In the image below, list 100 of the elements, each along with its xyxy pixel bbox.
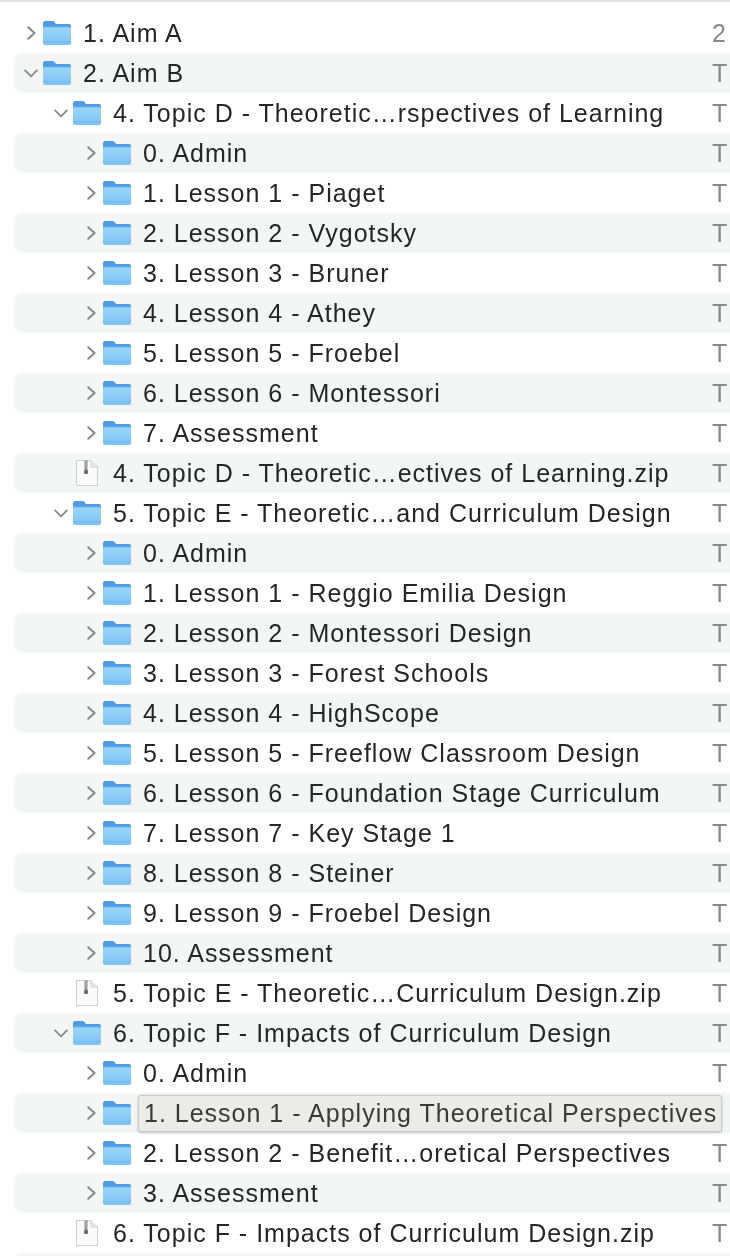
chevron-right-icon[interactable] [86, 946, 96, 960]
folder-icon [102, 700, 132, 726]
tree-row[interactable]: 6. Lesson 6 - Montessori T [14, 373, 730, 413]
chevron-right-icon[interactable] [26, 26, 36, 40]
chevron-right-icon[interactable] [86, 1146, 96, 1160]
folder-icon [102, 860, 132, 886]
chevron-right-icon[interactable] [86, 186, 96, 200]
folder-icon [102, 1060, 132, 1086]
column-text: T [712, 298, 728, 327]
name-tooltip: 1. Lesson 1 - Applying Theoretical Perspectives [138, 1094, 723, 1132]
chevron-right-icon[interactable] [86, 226, 96, 240]
file-name: 3. Lesson 3 - Bruner [143, 258, 390, 288]
folder-icon [102, 620, 132, 646]
tree-row[interactable]: 6. Lesson 6 - Foundation Stage Curriculum T [14, 773, 730, 813]
tree-row[interactable]: 2. Aim B T [14, 53, 730, 93]
column-text: T [712, 258, 728, 287]
folder-icon [102, 780, 132, 806]
chevron-right-icon[interactable] [86, 746, 96, 760]
folder-icon [102, 300, 132, 326]
file-name: 0. Admin [143, 138, 249, 168]
column-text: T [712, 1178, 728, 1207]
column-text: T [712, 338, 728, 367]
column-text: T [712, 938, 728, 967]
chevron-right-icon[interactable] [86, 626, 96, 640]
file-name: 2. Aim B [83, 58, 185, 88]
file-name: 4. Topic D - Theoretic…ectives of Learning.zip [113, 458, 670, 488]
chevron-right-icon[interactable] [86, 706, 96, 720]
chevron-right-icon[interactable] [86, 266, 96, 280]
file-name: 4. Lesson 4 - HighScope [143, 698, 440, 728]
tree-row[interactable]: 8. Lesson 8 - Steiner T [14, 853, 730, 893]
folder-icon [72, 100, 102, 126]
file-name: 6. Lesson 6 - Foundation Stage Curriculum [143, 778, 661, 808]
column-text: T [712, 458, 728, 487]
chevron-right-icon[interactable] [86, 386, 96, 400]
tree-row[interactable]: 0. Admin T [14, 133, 730, 173]
file-name: 5. Lesson 5 - Freeflow Classroom Design [143, 738, 641, 768]
column-text: T [712, 1058, 728, 1087]
chevron-right-icon[interactable] [86, 826, 96, 840]
chevron-down-icon[interactable] [24, 68, 38, 78]
file-name: 1. Lesson 1 - Piaget [143, 178, 386, 208]
chevron-down-icon[interactable] [54, 1028, 68, 1038]
tree-row[interactable]: 0. Admin T [14, 533, 730, 573]
chevron-right-icon[interactable] [86, 666, 96, 680]
file-name: 3. Assessment [143, 1178, 319, 1208]
file-name: 0. Admin [143, 538, 249, 568]
tree-row[interactable]: 10. Assessment T [14, 933, 730, 973]
file-name: 7. Lesson 7 - Key Stage 1 [143, 818, 456, 848]
tree-row[interactable]: 2. Lesson 2 - Montessori Design T [14, 613, 730, 653]
file-name: 2. Lesson 2 - Vygotsky [143, 218, 417, 248]
tree-row[interactable]: 4. Lesson 4 - HighScope T [14, 693, 730, 733]
file-name: 6. Lesson 6 - Montessori [143, 378, 441, 408]
tree-row[interactable]: 2. Lesson 2 - Vygotsky T [14, 213, 730, 253]
file-name: 3. Lesson 3 - Forest Schools [143, 658, 490, 688]
file-name: 4. Topic D - Theoretic…rspectives of Learning [113, 98, 665, 128]
chevron-right-icon[interactable] [86, 906, 96, 920]
chevron-right-icon[interactable] [86, 546, 96, 560]
column-text: T [712, 98, 728, 127]
chevron-right-icon[interactable] [86, 1106, 96, 1120]
tree-row[interactable]: 4. Topic D - Theoretic…ectives of Learning.zip T [14, 453, 730, 493]
file-name: 6. Topic F - Impacts of Curriculum Design.zip [113, 1218, 655, 1248]
folder-icon [102, 220, 132, 246]
folder-icon [72, 500, 102, 526]
folder-icon [102, 940, 132, 966]
file-name: 1. Aim A [83, 18, 183, 48]
zip-file-icon [75, 459, 99, 487]
chevron-right-icon[interactable] [86, 306, 96, 320]
column-text: T [712, 658, 728, 687]
chevron-right-icon[interactable] [86, 786, 96, 800]
tree-row[interactable]: 3. Assessment T [14, 1173, 730, 1213]
zip-file-icon [75, 1219, 99, 1247]
column-text: T [712, 218, 728, 247]
file-name: 10. Assessment [143, 938, 334, 968]
file-name: 7. Assessment [143, 418, 319, 448]
tree-row[interactable]: 1. Lesson 1 - Applying Theoretical Perspectives [14, 1093, 730, 1133]
file-name: 4. Lesson 4 - Athey [143, 298, 377, 328]
column-text: T [712, 498, 728, 527]
chevron-down-icon[interactable] [54, 508, 68, 518]
file-name: 1. Lesson 1 - Reggio Emilia Design [143, 578, 568, 608]
folder-icon [102, 420, 132, 446]
folder-icon [102, 740, 132, 766]
tree-row[interactable]: 4. Lesson 4 - Athey T [14, 293, 730, 333]
file-name: 5. Topic E - Theoretic…and Curriculum Design [113, 498, 672, 528]
column-text: T [712, 818, 728, 847]
chevron-right-icon[interactable] [86, 426, 96, 440]
column-text: T [712, 698, 728, 727]
file-name: 6. Topic F - Impacts of Curriculum Design [113, 1018, 613, 1048]
chevron-right-icon[interactable] [86, 1066, 96, 1080]
zip-file-icon [75, 979, 99, 1007]
column-text: T [712, 978, 728, 1007]
chevron-right-icon[interactable] [86, 866, 96, 880]
column-text: T [712, 618, 728, 647]
chevron-right-icon[interactable] [86, 346, 96, 360]
column-text: T [712, 58, 728, 87]
chevron-right-icon[interactable] [86, 146, 96, 160]
chevron-down-icon[interactable] [54, 108, 68, 118]
tree-row[interactable]: 6. Topic F - Impacts of Curriculum Design T [14, 1013, 730, 1053]
folder-icon [42, 20, 72, 46]
chevron-right-icon[interactable] [86, 586, 96, 600]
chevron-right-icon[interactable] [86, 1186, 96, 1200]
column-text: T [712, 578, 728, 607]
